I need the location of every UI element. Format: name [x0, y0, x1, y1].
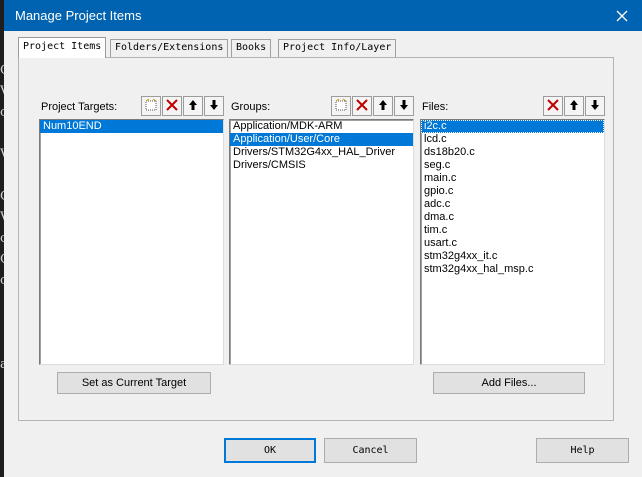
files-panel: Files: i2c.c lcd.c ds18b20.c seg.c main.c gpi… [420, 96, 605, 365]
list-item[interactable]: seg.c [421, 159, 604, 172]
move-up-icon [378, 99, 388, 114]
move-file-down-button[interactable] [585, 96, 605, 116]
move-group-down-button[interactable] [394, 96, 414, 116]
list-item[interactable]: stm32g4xx_hal_msp.c [421, 263, 604, 276]
list-item[interactable]: Application/User/Core [230, 133, 413, 146]
list-item[interactable]: adc.c [421, 198, 604, 211]
groups-panel: Groups: Application/MDK-ARM Application/… [229, 96, 414, 365]
move-up-icon [188, 99, 198, 114]
move-down-icon [590, 99, 600, 114]
tab-books[interactable]: Books [231, 39, 272, 57]
new-target-button[interactable] [141, 96, 161, 116]
project-targets-list[interactable]: Num10END [39, 119, 224, 365]
groups-list[interactable]: Application/MDK-ARM Application/User/Core… [229, 119, 414, 365]
list-item[interactable]: dma.c [421, 211, 604, 224]
tab-folders-extensions[interactable]: Folders/Extensions [110, 39, 229, 57]
move-group-up-button[interactable] [373, 96, 393, 116]
ok-button[interactable]: OK [224, 438, 316, 463]
help-button[interactable]: Help [536, 438, 629, 463]
manage-project-items-dialog: Manage Project Items Project Items Folde… [4, 0, 642, 477]
project-items-panel: Project Targets: Num10END Groups: Applic… [18, 57, 614, 421]
window-title: Manage Project Items [15, 8, 142, 23]
tab-project-items[interactable]: Project Items [18, 37, 107, 58]
list-item[interactable]: Drivers/STM32G4xx_HAL_Driver [230, 146, 413, 159]
list-item[interactable]: main.c [421, 172, 604, 185]
delete-x-icon [356, 98, 368, 114]
groups-label: Groups: [231, 101, 271, 113]
list-item[interactable]: usart.c [421, 237, 604, 250]
files-label: Files: [422, 101, 449, 113]
add-files-button[interactable]: Add Files... [433, 372, 585, 394]
delete-x-icon [166, 98, 178, 114]
delete-target-button[interactable] [162, 96, 182, 116]
list-item[interactable]: lcd.c [421, 133, 604, 146]
move-down-icon [209, 99, 219, 114]
delete-group-button[interactable] [352, 96, 372, 116]
list-item[interactable]: gpio.c [421, 185, 604, 198]
list-item[interactable]: Drivers/CMSIS [230, 159, 413, 172]
list-item[interactable]: stm32g4xx_it.c [421, 250, 604, 263]
tab-project-info-layer[interactable]: Project Info/Layer [278, 39, 397, 57]
title-bar: Manage Project Items [4, 0, 642, 31]
list-item[interactable]: tim.c [421, 224, 604, 237]
new-item-icon [144, 98, 158, 115]
list-item[interactable]: Num10END [40, 120, 223, 133]
move-up-icon [569, 99, 579, 114]
move-down-icon [399, 99, 409, 114]
list-item[interactable]: ds18b20.c [421, 146, 604, 159]
project-targets-panel: Project Targets: Num10END [39, 96, 224, 365]
set-as-current-target-button[interactable]: Set as Current Target [57, 372, 211, 394]
new-item-icon [334, 98, 348, 115]
delete-file-button[interactable] [543, 96, 563, 116]
cancel-button[interactable]: Cancel [324, 438, 417, 463]
move-target-down-button[interactable] [204, 96, 224, 116]
files-list[interactable]: i2c.c lcd.c ds18b20.c seg.c main.c gpio.c adc.… [420, 119, 605, 365]
close-icon[interactable] [602, 0, 642, 31]
move-file-up-button[interactable] [564, 96, 584, 116]
list-item[interactable]: Application/MDK-ARM [230, 120, 413, 133]
new-group-button[interactable] [331, 96, 351, 116]
delete-x-icon [547, 98, 559, 114]
move-target-up-button[interactable] [183, 96, 203, 116]
project-targets-label: Project Targets: [41, 101, 118, 113]
list-item[interactable]: i2c.c [421, 120, 604, 133]
